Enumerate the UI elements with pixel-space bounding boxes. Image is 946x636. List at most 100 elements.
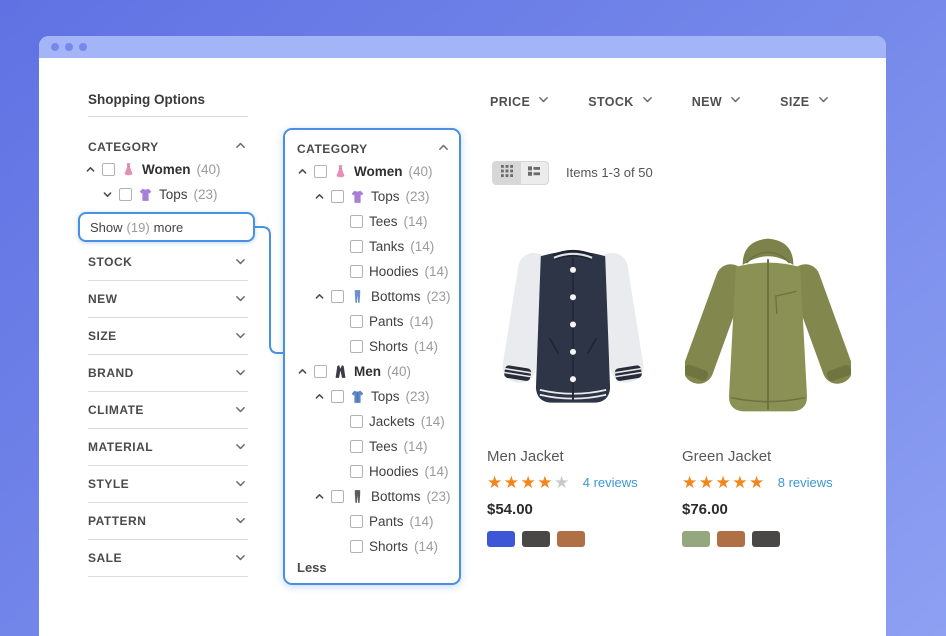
category-label[interactable]: Tees bbox=[369, 214, 398, 229]
category-label[interactable]: Pants bbox=[369, 514, 404, 529]
sidebar-section-sale[interactable]: SALE bbox=[88, 549, 248, 586]
category-checkbox[interactable] bbox=[314, 365, 327, 378]
category-count: (14) bbox=[404, 214, 428, 229]
product-image-varsity-jacket[interactable] bbox=[487, 223, 659, 428]
chevron-down-icon[interactable] bbox=[102, 189, 113, 200]
list-view-icon bbox=[527, 164, 541, 183]
chevron-up-icon[interactable] bbox=[314, 291, 325, 302]
category-checkbox[interactable] bbox=[350, 340, 363, 353]
tree-item-jackets: Jackets (14) bbox=[350, 409, 451, 434]
chevron-up-icon[interactable] bbox=[314, 491, 325, 502]
category-label[interactable]: Tops bbox=[159, 187, 188, 202]
color-swatch[interactable] bbox=[682, 531, 710, 547]
sidebar-section-pattern[interactable]: PATTERN bbox=[88, 512, 248, 549]
list-view-button[interactable] bbox=[521, 162, 549, 184]
category-checkbox[interactable] bbox=[350, 315, 363, 328]
filter-dropdown-price[interactable]: PRICE bbox=[490, 93, 550, 111]
color-swatch[interactable] bbox=[522, 531, 550, 547]
category-checkbox[interactable] bbox=[350, 240, 363, 253]
sidebar-section-brand[interactable]: BRAND bbox=[88, 364, 248, 401]
window-dot-icon[interactable] bbox=[79, 43, 87, 51]
category-label[interactable]: Tops bbox=[371, 189, 400, 204]
show-more-button[interactable]: Show (19) more bbox=[78, 212, 255, 242]
category-label[interactable]: Shorts bbox=[369, 339, 408, 354]
sidebar-section-stock[interactable]: STOCK bbox=[88, 253, 248, 290]
divider bbox=[88, 280, 248, 281]
category-label[interactable]: Hoodies bbox=[369, 264, 419, 279]
category-checkbox[interactable] bbox=[350, 415, 363, 428]
category-checkbox[interactable] bbox=[350, 515, 363, 528]
star-filled-icon: ★ bbox=[504, 473, 521, 492]
window-titlebar bbox=[39, 36, 886, 58]
category-count: (14) bbox=[421, 414, 445, 429]
show-less-button[interactable]: Less bbox=[297, 560, 327, 575]
category-count: (23) bbox=[194, 187, 218, 202]
color-swatch[interactable] bbox=[752, 531, 780, 547]
chevron-up-icon[interactable] bbox=[314, 191, 325, 202]
category-label[interactable]: Shorts bbox=[369, 539, 408, 554]
sidebar-section-category[interactable]: CATEGORY bbox=[88, 138, 248, 155]
category-label[interactable]: Bottoms bbox=[371, 289, 421, 304]
category-checkbox[interactable] bbox=[331, 390, 344, 403]
category-checkbox[interactable] bbox=[331, 290, 344, 303]
category-label[interactable]: Tees bbox=[369, 439, 398, 454]
chevron-up-icon[interactable] bbox=[297, 166, 308, 177]
sidebar-title: Shopping Options bbox=[88, 92, 205, 107]
filter-dropdown-size[interactable]: SIZE bbox=[780, 93, 829, 111]
section-label: SIZE bbox=[88, 328, 117, 343]
divider bbox=[88, 391, 248, 392]
product-card: Green Jacket★★★★★8 reviews$76.00 bbox=[682, 223, 860, 547]
filter-dropdown-new[interactable]: NEW bbox=[692, 93, 742, 111]
sidebar-section-style[interactable]: STYLE bbox=[88, 475, 248, 512]
category-label[interactable]: Tanks bbox=[369, 239, 404, 254]
sidebar-section-material[interactable]: MATERIAL bbox=[88, 438, 248, 475]
category-label[interactable]: Pants bbox=[369, 314, 404, 329]
product-name[interactable]: Green Jacket bbox=[682, 448, 860, 465]
category-checkbox[interactable] bbox=[314, 165, 327, 178]
product-image-hooded-jacket[interactable] bbox=[682, 223, 854, 428]
category-label[interactable]: Hoodies bbox=[369, 464, 419, 479]
tree-item-women: Women(40) bbox=[85, 157, 221, 182]
reviews-link[interactable]: 8 reviews bbox=[778, 475, 833, 490]
category-checkbox[interactable] bbox=[331, 490, 344, 503]
product-price: $54.00 bbox=[487, 501, 665, 518]
chevron-down-icon bbox=[234, 366, 247, 384]
product-name[interactable]: Men Jacket bbox=[487, 448, 665, 465]
category-checkbox[interactable] bbox=[119, 188, 132, 201]
sidebar-section-size[interactable]: SIZE bbox=[88, 327, 248, 364]
chevron-up-icon[interactable] bbox=[297, 366, 308, 377]
sidebar-section-new[interactable]: NEW bbox=[88, 290, 248, 327]
category-label[interactable]: Men bbox=[354, 364, 381, 379]
chevron-up-icon[interactable] bbox=[314, 391, 325, 402]
flyout-category-header[interactable]: CATEGORY bbox=[297, 140, 451, 157]
chevron-up-icon[interactable] bbox=[85, 164, 96, 175]
category-checkbox[interactable] bbox=[350, 465, 363, 478]
category-label[interactable]: Women bbox=[142, 162, 191, 177]
filter-dropdown-stock[interactable]: STOCK bbox=[588, 93, 654, 111]
woman-top-icon bbox=[138, 187, 153, 202]
category-label[interactable]: Tops bbox=[371, 389, 400, 404]
category-count: (14) bbox=[410, 514, 434, 529]
category-checkbox[interactable] bbox=[350, 215, 363, 228]
window-dot-icon[interactable] bbox=[65, 43, 73, 51]
category-count: (14) bbox=[404, 439, 428, 454]
category-checkbox[interactable] bbox=[331, 190, 344, 203]
category-label[interactable]: Jackets bbox=[369, 414, 415, 429]
tree-item-bottoms: Bottoms(23) bbox=[314, 284, 451, 309]
reviews-link[interactable]: 4 reviews bbox=[583, 475, 638, 490]
category-count: (14) bbox=[410, 314, 434, 329]
category-checkbox[interactable] bbox=[102, 163, 115, 176]
chevron-up-icon bbox=[234, 139, 247, 157]
sidebar-section-climate[interactable]: CLIMATE bbox=[88, 401, 248, 438]
category-checkbox[interactable] bbox=[350, 440, 363, 453]
grid-view-button[interactable] bbox=[493, 162, 521, 184]
window-dot-icon[interactable] bbox=[51, 43, 59, 51]
category-label[interactable]: Bottoms bbox=[371, 489, 421, 504]
section-label: SALE bbox=[88, 550, 122, 565]
color-swatch[interactable] bbox=[717, 531, 745, 547]
color-swatch[interactable] bbox=[557, 531, 585, 547]
category-checkbox[interactable] bbox=[350, 540, 363, 553]
category-checkbox[interactable] bbox=[350, 265, 363, 278]
category-label[interactable]: Women bbox=[354, 164, 403, 179]
color-swatch[interactable] bbox=[487, 531, 515, 547]
